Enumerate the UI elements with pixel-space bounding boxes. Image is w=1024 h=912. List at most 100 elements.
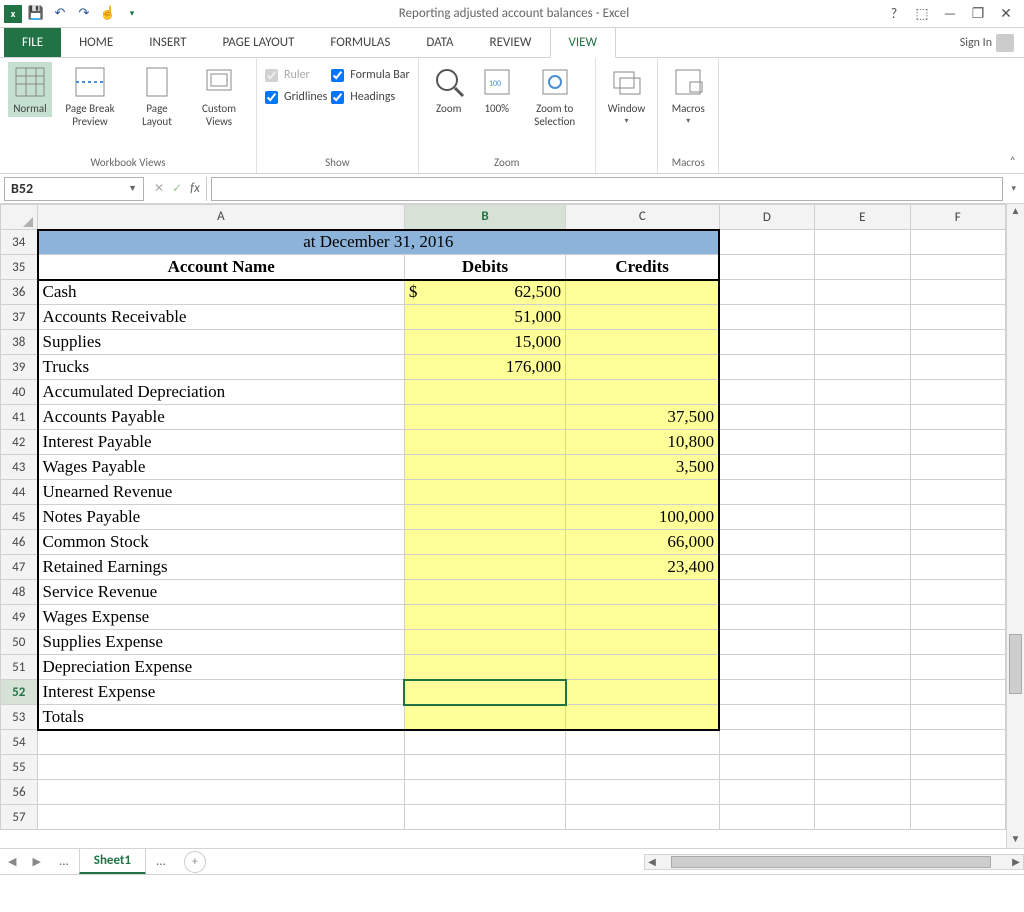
debit-cell[interactable] (404, 705, 565, 730)
row-header-51[interactable]: 51 (1, 655, 38, 680)
credit-cell[interactable]: 100,000 (566, 505, 719, 530)
formula-input[interactable] (211, 177, 1004, 201)
credit-cell[interactable]: 3,500 (566, 455, 719, 480)
credit-cell[interactable] (566, 355, 719, 380)
cell[interactable] (910, 480, 1006, 505)
cell[interactable] (910, 430, 1006, 455)
column-header-D[interactable]: D (719, 205, 814, 230)
debit-cell[interactable] (404, 555, 565, 580)
credit-cell[interactable] (566, 305, 719, 330)
account-name-cell[interactable]: Wages Expense (38, 605, 405, 630)
cell[interactable] (719, 430, 814, 455)
redo-icon[interactable]: ↷ (74, 4, 94, 24)
account-name-cell[interactable]: Accounts Receivable (38, 305, 405, 330)
credit-cell[interactable]: 23,400 (566, 555, 719, 580)
zoom-100-button[interactable]: 100 100% (475, 62, 519, 117)
cell[interactable] (815, 455, 910, 480)
sheet-nav-next-icon[interactable]: ▶ (24, 855, 48, 868)
fx-icon[interactable]: fx (190, 181, 200, 196)
restore-icon[interactable]: ❐ (966, 2, 990, 26)
cell[interactable] (719, 530, 814, 555)
cell[interactable] (719, 605, 814, 630)
row-header-42[interactable]: 42 (1, 430, 38, 455)
gridlines-checkbox[interactable]: Gridlines (265, 90, 327, 104)
row-header-55[interactable]: 55 (1, 755, 38, 780)
cell[interactable] (719, 480, 814, 505)
cell[interactable] (719, 555, 814, 580)
cell[interactable] (719, 280, 814, 305)
account-name-cell[interactable]: Accumulated Depreciation (38, 380, 405, 405)
sheet-tab-active[interactable]: Sheet1 (79, 849, 146, 874)
custom-views-button[interactable]: Custom Views (190, 62, 248, 130)
account-name-cell[interactable]: Interest Expense (38, 680, 405, 705)
cell[interactable] (719, 680, 814, 705)
account-name-cell[interactable]: Depreciation Expense (38, 655, 405, 680)
row-header-50[interactable]: 50 (1, 630, 38, 655)
credit-cell[interactable] (566, 630, 719, 655)
cell[interactable] (815, 380, 910, 405)
tab-data[interactable]: DATA (408, 28, 471, 57)
cell[interactable] (815, 405, 910, 430)
hscroll-thumb[interactable] (671, 856, 991, 868)
account-name-cell[interactable]: Retained Earnings (38, 555, 405, 580)
credit-cell[interactable] (566, 605, 719, 630)
cell[interactable] (815, 280, 910, 305)
save-icon[interactable]: 💾 (26, 4, 46, 24)
select-all-corner[interactable] (1, 205, 38, 230)
cell[interactable] (719, 705, 814, 730)
cell[interactable] (910, 805, 1006, 830)
cell[interactable] (910, 380, 1006, 405)
account-name-cell[interactable]: Common Stock (38, 530, 405, 555)
cell[interactable] (719, 255, 814, 280)
cell[interactable] (815, 305, 910, 330)
touch-mode-icon[interactable]: ☝ (98, 4, 118, 24)
debit-cell[interactable] (404, 630, 565, 655)
column-header-C[interactable]: C (566, 205, 719, 230)
credit-cell[interactable] (566, 655, 719, 680)
account-name-cell[interactable]: Cash (38, 280, 405, 305)
row-header-46[interactable]: 46 (1, 530, 38, 555)
tab-page-layout[interactable]: PAGE LAYOUT (205, 28, 313, 57)
row-header-47[interactable]: 47 (1, 555, 38, 580)
account-name-cell[interactable]: Totals (38, 705, 405, 730)
cell[interactable] (815, 430, 910, 455)
column-header-B[interactable]: B (404, 205, 565, 230)
debit-cell[interactable]: 15,000 (404, 330, 565, 355)
account-name-cell[interactable]: Accounts Payable (38, 405, 405, 430)
cell[interactable] (404, 730, 565, 755)
credit-cell[interactable] (566, 680, 719, 705)
cell[interactable] (910, 355, 1006, 380)
cell[interactable] (815, 330, 910, 355)
cell[interactable] (38, 730, 405, 755)
debit-cell[interactable] (404, 505, 565, 530)
page-break-preview-button[interactable]: Page Break Preview (56, 62, 124, 130)
header-account-name[interactable]: Account Name (38, 255, 405, 280)
cell[interactable] (566, 780, 719, 805)
credit-cell[interactable] (566, 330, 719, 355)
row-header-49[interactable]: 49 (1, 605, 38, 630)
cell[interactable] (38, 780, 405, 805)
sheet-ellipsis-right[interactable]: ... (146, 850, 176, 873)
credit-cell[interactable] (566, 705, 719, 730)
cell[interactable] (815, 605, 910, 630)
cell[interactable] (910, 230, 1006, 255)
row-header-37[interactable]: 37 (1, 305, 38, 330)
sheet-nav-prev-icon[interactable]: ◀ (0, 855, 24, 868)
credit-cell[interactable]: 66,000 (566, 530, 719, 555)
scrollbar-thumb[interactable] (1009, 634, 1022, 694)
header-credits[interactable]: Credits (566, 255, 719, 280)
tab-file[interactable]: FILE (4, 28, 61, 57)
cell[interactable] (815, 580, 910, 605)
row-header-54[interactable]: 54 (1, 730, 38, 755)
cell[interactable] (815, 630, 910, 655)
name-box[interactable]: B52 ▼ (4, 177, 144, 201)
header-debits[interactable]: Debits (404, 255, 565, 280)
row-header-43[interactable]: 43 (1, 455, 38, 480)
window-button[interactable]: Window ▾ (604, 62, 650, 129)
page-layout-button[interactable]: Page Layout (128, 62, 186, 130)
cell[interactable] (719, 730, 814, 755)
cell[interactable] (815, 780, 910, 805)
row-header-40[interactable]: 40 (1, 380, 38, 405)
account-name-cell[interactable]: Supplies Expense (38, 630, 405, 655)
cell[interactable] (815, 555, 910, 580)
